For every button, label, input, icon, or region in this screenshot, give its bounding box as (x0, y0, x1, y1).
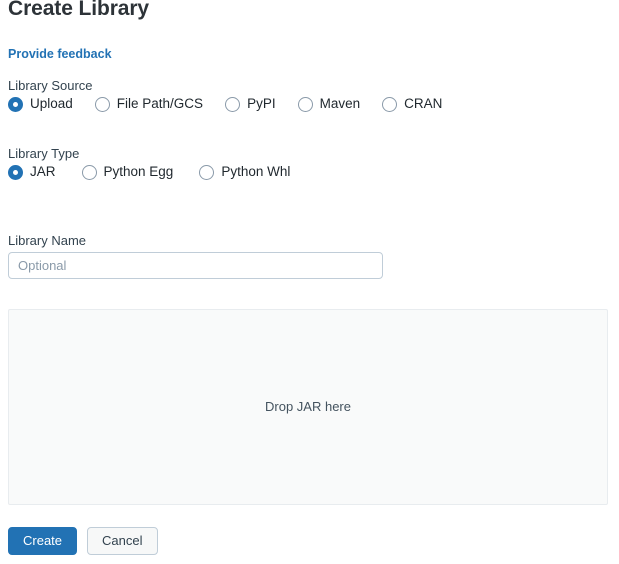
library-name-input[interactable] (8, 252, 383, 279)
radio-label: Upload (30, 96, 73, 111)
radio-option-maven[interactable]: Maven (297, 96, 361, 112)
radio-option-python-whl[interactable]: Python Whl (199, 164, 290, 180)
radio-option-jar[interactable]: JAR (8, 164, 56, 180)
dropzone-label: Drop JAR here (265, 399, 351, 414)
form-actions: Create Cancel (8, 527, 158, 555)
cancel-button[interactable]: Cancel (87, 527, 158, 555)
create-button[interactable]: Create (8, 527, 78, 555)
radio-dot-icon (8, 96, 23, 112)
radio-dot-icon (94, 96, 110, 112)
library-name-label: Library Name (8, 233, 87, 248)
library-source-radio-group: Upload File Path/GCS PyPI Maven CRAN (8, 96, 442, 112)
radio-option-upload[interactable]: Upload (8, 96, 73, 112)
radio-label: CRAN (404, 96, 443, 111)
provide-feedback-link[interactable]: Provide feedback (8, 46, 112, 62)
radio-dot-icon (8, 164, 23, 180)
radio-label: Maven (319, 96, 361, 111)
radio-option-cran[interactable]: CRAN (382, 96, 442, 112)
library-type-label: Library Type (8, 146, 80, 161)
radio-option-python-egg[interactable]: Python Egg (81, 164, 174, 180)
page-title: Create Library (8, 0, 149, 20)
create-library-page: Create Library Provide feedback Library … (0, 0, 619, 564)
library-type-radio-group: JAR Python Egg Python Whl (8, 164, 290, 180)
radio-dot-icon (382, 96, 398, 112)
file-dropzone[interactable]: Drop JAR here (8, 309, 608, 505)
radio-label: Python Whl (221, 164, 291, 179)
radio-option-pypi[interactable]: PyPI (225, 96, 276, 112)
radio-label: File Path/GCS (116, 96, 204, 111)
radio-option-file-path-gcs[interactable]: File Path/GCS (94, 96, 204, 112)
radio-dot-icon (297, 96, 313, 112)
radio-dot-icon (225, 96, 241, 112)
library-source-label: Library Source (8, 78, 93, 93)
radio-label: PyPI (247, 96, 276, 111)
radio-label: JAR (30, 164, 56, 179)
radio-label: Python Egg (103, 164, 174, 179)
radio-dot-icon (81, 164, 97, 180)
radio-dot-icon (199, 164, 215, 180)
